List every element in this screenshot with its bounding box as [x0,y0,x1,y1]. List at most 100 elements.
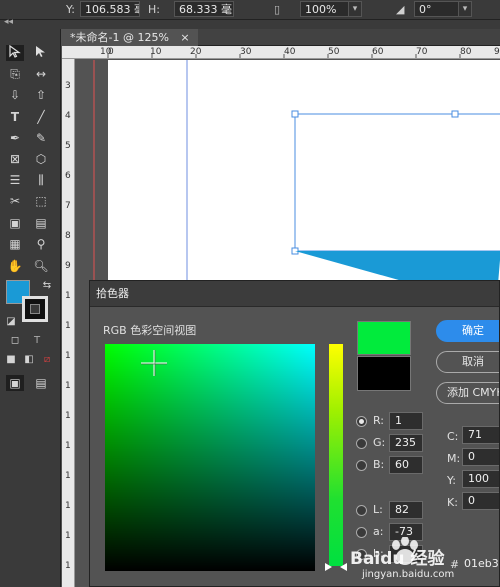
b-field[interactable]: 60 [389,456,423,474]
l-field[interactable]: 82 [389,501,423,519]
screen-mode-icon[interactable]: ▤ [32,375,50,391]
m-field[interactable]: 0 [462,448,499,466]
b-radio[interactable] [356,460,367,471]
gap-tool-icon[interactable]: ↔ [32,66,50,82]
collapse-icon[interactable]: ◂◂ [4,17,13,27]
content-placer-icon[interactable]: ⇧ [32,87,50,103]
ruler-tick-label: 5 [65,141,71,151]
horizontal-ruler: 10 0 10 20 30 40 50 60 70 80 90 [62,46,500,59]
ruler-tick-label: 1 [65,321,71,331]
ruler-tick-label: 1 [65,441,71,451]
cancel-button-label: 取消 [462,355,484,368]
ruler-tick-label: 7 [65,201,71,211]
ruler-tick-label: 3 [65,81,71,91]
scissors-tool-icon[interactable]: ✂ [6,193,24,209]
control-bar: Y: 106.583 毫 H: 68.333 毫 ▯ 100% ▾ ◢ 0° ▾ [0,0,500,20]
horizontal-grid-tool-icon[interactable]: ☰ [6,172,24,188]
pen-tool-icon[interactable]: ✒ [6,130,24,146]
pencil-tool-icon[interactable]: ✎ [32,130,50,146]
ruler-ticks [107,54,461,58]
height-field[interactable]: 68.333 毫 [174,1,234,17]
line-tool-icon[interactable]: ╱ [32,109,50,125]
h-label: H: [148,3,160,16]
color-field[interactable] [105,344,315,571]
cancel-button[interactable]: 取消 [436,351,499,373]
ruler-tick-label: 1 [65,381,71,391]
selected-frame[interactable] [294,113,500,252]
m-label: M: [447,452,461,465]
selection-tool-icon[interactable] [6,44,24,61]
r-radio[interactable] [356,416,367,427]
frame-handle[interactable] [451,110,459,118]
c-field[interactable]: 71 [462,426,499,444]
vertical-ruler: 3 4 5 6 7 8 9 1 1 1 1 1 1 1 1 1 1 [62,59,75,587]
content-collector-icon[interactable]: ⇩ [6,87,24,103]
normal-view-icon[interactable]: ▣ [6,375,24,391]
ruler-tick-label: 4 [65,111,71,121]
document-tab[interactable]: *未命名-1 @ 125% × [62,29,198,46]
default-colors-icon[interactable]: ◪ [2,314,20,330]
zoom-tool-icon[interactable]: 🔍︎ [32,258,50,274]
polygon-tool-icon[interactable]: ⬡ [32,151,50,167]
link-icon[interactable]: ▯ [274,3,280,16]
formatting-text-icon[interactable]: T [28,333,46,349]
apply-gradient-icon[interactable]: ◧ [20,352,38,368]
crosshair-cursor-icon [141,350,167,376]
page-tool-icon[interactable]: ⎘ [6,66,24,82]
rotate-dropdown-icon[interactable]: ▾ [458,1,472,17]
apply-color-icon[interactable]: ■ [2,352,20,368]
add-cmyk-button[interactable]: 添加 CMYK [436,382,500,404]
g-field[interactable]: 235 [389,434,423,452]
ruler-tick-label: 1 [65,291,71,301]
tools-panel: ⎘ ↔ ⇩ ⇧ T ╱ ✒ ✎ ⊠ ⬡ ☰ ⫼ ✂ ⬚ ▣ ▤ ▦ ⚲ ✋ 🔍︎… [0,29,61,587]
type-tool-icon[interactable]: T [6,109,24,125]
eyedropper-tool-icon[interactable]: ⚲ [32,236,50,252]
color-slider[interactable] [329,344,343,566]
b-label: B: [373,458,385,471]
r-label: R: [373,414,385,427]
k-label: K: [447,496,458,509]
close-tab-icon[interactable]: × [180,31,189,44]
vertical-grid-tool-icon[interactable]: ⫼ [32,172,50,188]
ruler-tick-label: 1 [65,471,71,481]
k-field[interactable]: 0 [462,492,499,510]
g-radio[interactable] [356,438,367,449]
watermark-url: jingyan.baidu.com [362,569,455,580]
color-space-label: RGB 色彩空间视图 [103,324,197,337]
panel-collapse-row: ◂◂ [0,17,500,29]
l-label: L: [373,503,383,516]
rectangle-frame-tool-icon[interactable]: ⊠ [6,151,24,167]
y-label: Y: [447,474,456,487]
ruler-tick-label: 1 [65,501,71,511]
tab-bar: *未命名-1 @ 125% × [62,29,500,46]
stroke-swatch[interactable] [22,296,48,322]
ok-button-label: 确定 [462,324,484,337]
add-cmyk-button-label: 添加 CMYK [447,386,500,399]
new-color-swatch [357,321,411,355]
y-label: Y: [66,3,75,16]
apply-none-icon[interactable]: ⧄ [38,352,56,368]
ruler-tick-label: 9 [65,261,71,271]
l-radio[interactable] [356,505,367,516]
ruler-tick-label: 1 [65,411,71,421]
ok-button[interactable]: 确定 [436,320,499,342]
hand-tool-icon[interactable]: ✋ [6,258,24,274]
y-position-field[interactable]: 106.583 毫 [80,1,140,17]
gradient-swatch-tool-icon[interactable]: ▣ [6,215,24,231]
gradient-feather-tool-icon[interactable]: ▤ [32,215,50,231]
y-field[interactable]: 100 [462,470,499,488]
frame-handle[interactable] [291,110,299,118]
ruler-tick-label: 6 [65,171,71,181]
free-transform-tool-icon[interactable]: ⬚ [32,193,50,209]
r-field[interactable]: 1 [389,412,423,430]
watermark: Baidu 经验 jingyan.baidu.com [342,535,492,587]
zoom-dropdown-icon[interactable]: ▾ [348,1,362,17]
note-tool-icon[interactable]: ▦ [6,236,24,252]
direct-selection-tool-icon[interactable] [32,45,50,61]
swap-colors-icon[interactable]: ⇆ [38,278,56,294]
c-label: C: [447,430,459,443]
shear-icon: ◢ [396,3,405,16]
formatting-container-icon[interactable]: ◻ [6,333,24,349]
dialog-title: 拾色器 [90,281,499,307]
document-tab-title: *未命名-1 @ 125% [70,31,169,44]
